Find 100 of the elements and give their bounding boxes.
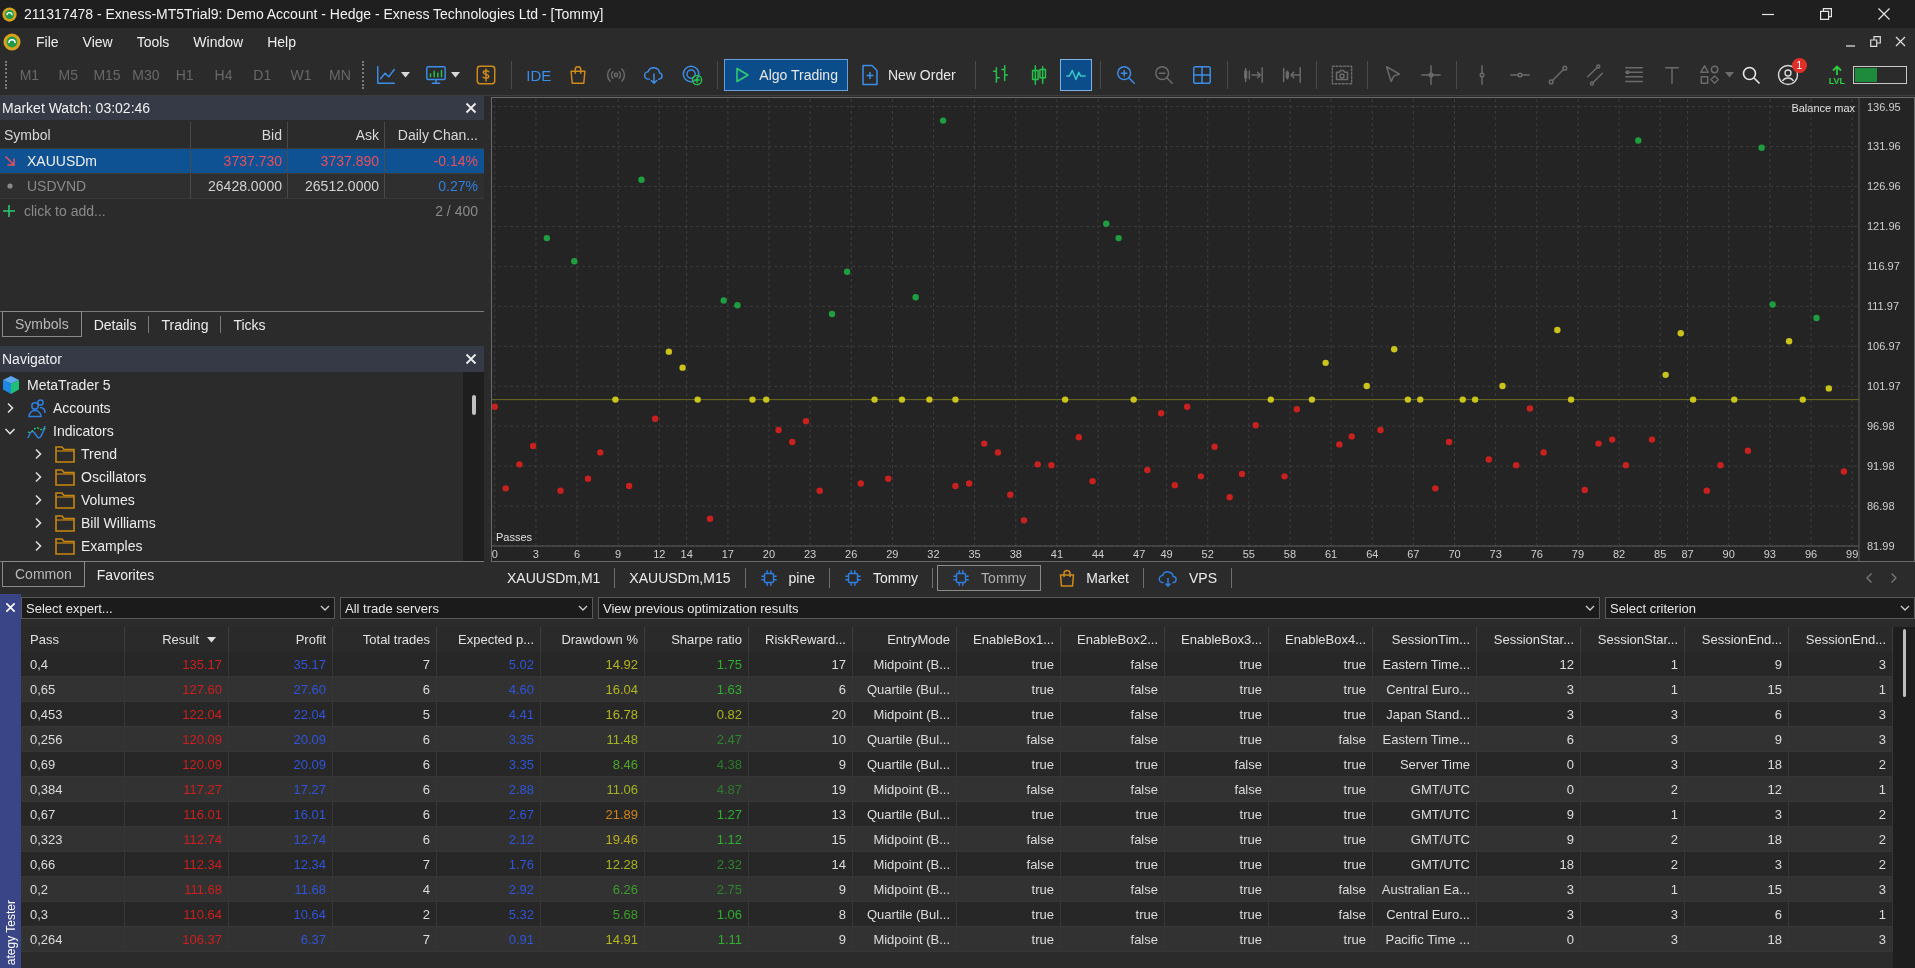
tree-item[interactable]: Examples <box>81 537 143 554</box>
tree-item[interactable]: MetaTrader 5 <box>27 376 111 393</box>
table-cell: 112.74 <box>125 827 229 852</box>
table-cell: 127.60 <box>125 677 229 702</box>
scrollbar-thumb[interactable] <box>471 395 476 415</box>
symbol-row[interactable]: USDVND 26428.0000 26512.0000 0.27% <box>0 173 484 198</box>
menu-item[interactable]: Help <box>267 33 296 50</box>
algo-trading-button[interactable]: Algo Trading <box>724 59 848 91</box>
table-cell: true <box>1165 677 1269 702</box>
symbol-name: USDVND <box>27 178 87 194</box>
axis-tick-label: 41 <box>1050 548 1063 560</box>
monitor-chart-icon[interactable] <box>425 64 448 86</box>
chart-tab[interactable]: XAUUSDm,M1 <box>493 568 616 588</box>
chart-tab[interactable]: Market <box>1045 568 1144 588</box>
tile-windows-icon[interactable] <box>1190 64 1213 86</box>
table-cell: Midpoint (B... <box>853 852 957 877</box>
menu-item[interactable]: File <box>36 33 59 50</box>
plus-icon[interactable] <box>2 204 16 218</box>
table-cell: 6 <box>1685 902 1789 927</box>
menu-item[interactable]: Tools <box>136 33 170 50</box>
ide-button[interactable]: IDE <box>518 66 560 84</box>
new-order-button[interactable]: New Order <box>850 59 966 91</box>
panel-tab[interactable]: Ticks <box>221 316 278 333</box>
table-cell: true <box>1269 752 1373 777</box>
table-cell: 0,256 <box>21 727 125 752</box>
table-cell: 7 <box>333 652 437 677</box>
axis-tick-label: 86.98 <box>1867 500 1895 513</box>
table-cell: 0,384 <box>21 777 125 802</box>
user-icon[interactable] <box>1776 64 1799 86</box>
dropdown[interactable]: View previous optimization results <box>598 597 1600 619</box>
axis-tick-label: 23 <box>803 548 817 560</box>
chart-tab[interactable]: Tommy <box>937 565 1042 591</box>
table-cell: 6 <box>333 827 437 852</box>
up-arrow-icon[interactable] <box>1830 64 1843 76</box>
chart-tab[interactable]: XAUUSDm,M15 <box>615 568 746 588</box>
search-icon[interactable] <box>1740 65 1761 85</box>
symbol-count: 2 / 400 <box>435 203 478 219</box>
menu-item[interactable]: Window <box>193 33 244 50</box>
caret-icon[interactable] <box>401 72 411 78</box>
table-cell: GMT/UTC <box>1373 777 1477 802</box>
table-cell: 1.11 <box>645 927 749 952</box>
chart-type-button[interactable] <box>1059 59 1092 91</box>
close-icon[interactable] <box>465 353 477 365</box>
table-cell: 2 <box>1581 777 1685 802</box>
axis-tick-label: 96 <box>1804 548 1818 560</box>
axis-tick-label: 14 <box>680 548 693 560</box>
zoom-in-icon[interactable] <box>1114 64 1137 86</box>
panel-tab[interactable]: Details <box>81 316 150 333</box>
dropdown[interactable]: All trade servers <box>340 597 593 619</box>
chart-tab[interactable]: VPS <box>1144 568 1233 588</box>
scroll-left-icon[interactable] <box>1865 572 1873 584</box>
chart-tab[interactable]: Tommy <box>829 568 934 588</box>
close-icon[interactable] <box>465 102 477 114</box>
panel-tab[interactable]: Trading <box>149 316 222 333</box>
tree-item[interactable]: Trend <box>81 445 118 462</box>
axis-tick-label: 136.95 <box>1867 100 1901 113</box>
panel-tab[interactable]: Favorites <box>84 566 167 583</box>
table-cell: Pacific Time ... <box>1373 927 1477 952</box>
table-cell: 1.27 <box>645 802 749 827</box>
axis-tick-label: 67 <box>1407 548 1420 560</box>
table-cell: 0.91 <box>437 927 541 952</box>
tree-item[interactable]: Volumes <box>81 491 135 508</box>
tree-item[interactable]: Oscillators <box>81 468 147 485</box>
table-cell: 20 <box>749 702 853 727</box>
table-cell: 0,453 <box>21 702 125 727</box>
table-cell: 2 <box>333 902 437 927</box>
tree-item[interactable]: Indicators <box>53 422 114 439</box>
table-cell: true <box>1165 852 1269 877</box>
table-cell: 0,67 <box>21 802 125 827</box>
table-cell: 8 <box>749 902 853 927</box>
panel-tab[interactable]: Symbols <box>2 311 82 337</box>
line-chart-icon[interactable] <box>375 64 398 86</box>
table-cell: Quartile (Bul... <box>853 802 957 827</box>
dropdown[interactable]: Select expert... <box>21 597 335 619</box>
dollar-icon[interactable] <box>475 64 498 86</box>
close-icon[interactable] <box>1895 36 1906 47</box>
table-cell: 9 <box>1685 652 1789 677</box>
table-cell: 19 <box>749 777 853 802</box>
panel-tab[interactable]: Common <box>2 561 85 587</box>
menu-item[interactable]: View <box>82 33 113 50</box>
cloud-icon[interactable] <box>643 64 666 86</box>
dropdown[interactable]: Select criterion <box>1605 597 1915 619</box>
table-cell: Midpoint (B... <box>853 927 957 952</box>
restore-icon[interactable] <box>1870 36 1881 47</box>
chart-tab[interactable]: pine <box>745 568 830 588</box>
scroll-right-icon[interactable] <box>1890 572 1898 584</box>
tree-item[interactable]: Accounts <box>53 399 111 416</box>
symbol-row[interactable]: XAUUSDm 3737.730 3737.890 -0.14% <box>0 148 484 173</box>
tree-item[interactable]: Bill Williams <box>81 514 156 531</box>
column-header[interactable]: Symbol <box>0 122 190 148</box>
table-cell: true <box>1165 652 1269 677</box>
globe-plus-icon[interactable] <box>681 64 704 86</box>
caret-icon[interactable] <box>451 72 461 78</box>
axis-tick-label: 87 <box>1681 548 1694 560</box>
app-logo-icon[interactable] <box>3 32 21 51</box>
add-symbol-link[interactable]: click to add... <box>24 203 106 219</box>
restore-icon[interactable] <box>1820 8 1832 20</box>
panel-title: Market Watch: 03:02:46 <box>2 100 151 116</box>
scrollbar-thumb[interactable] <box>1902 629 1906 697</box>
close-icon[interactable] <box>1878 8 1890 20</box>
